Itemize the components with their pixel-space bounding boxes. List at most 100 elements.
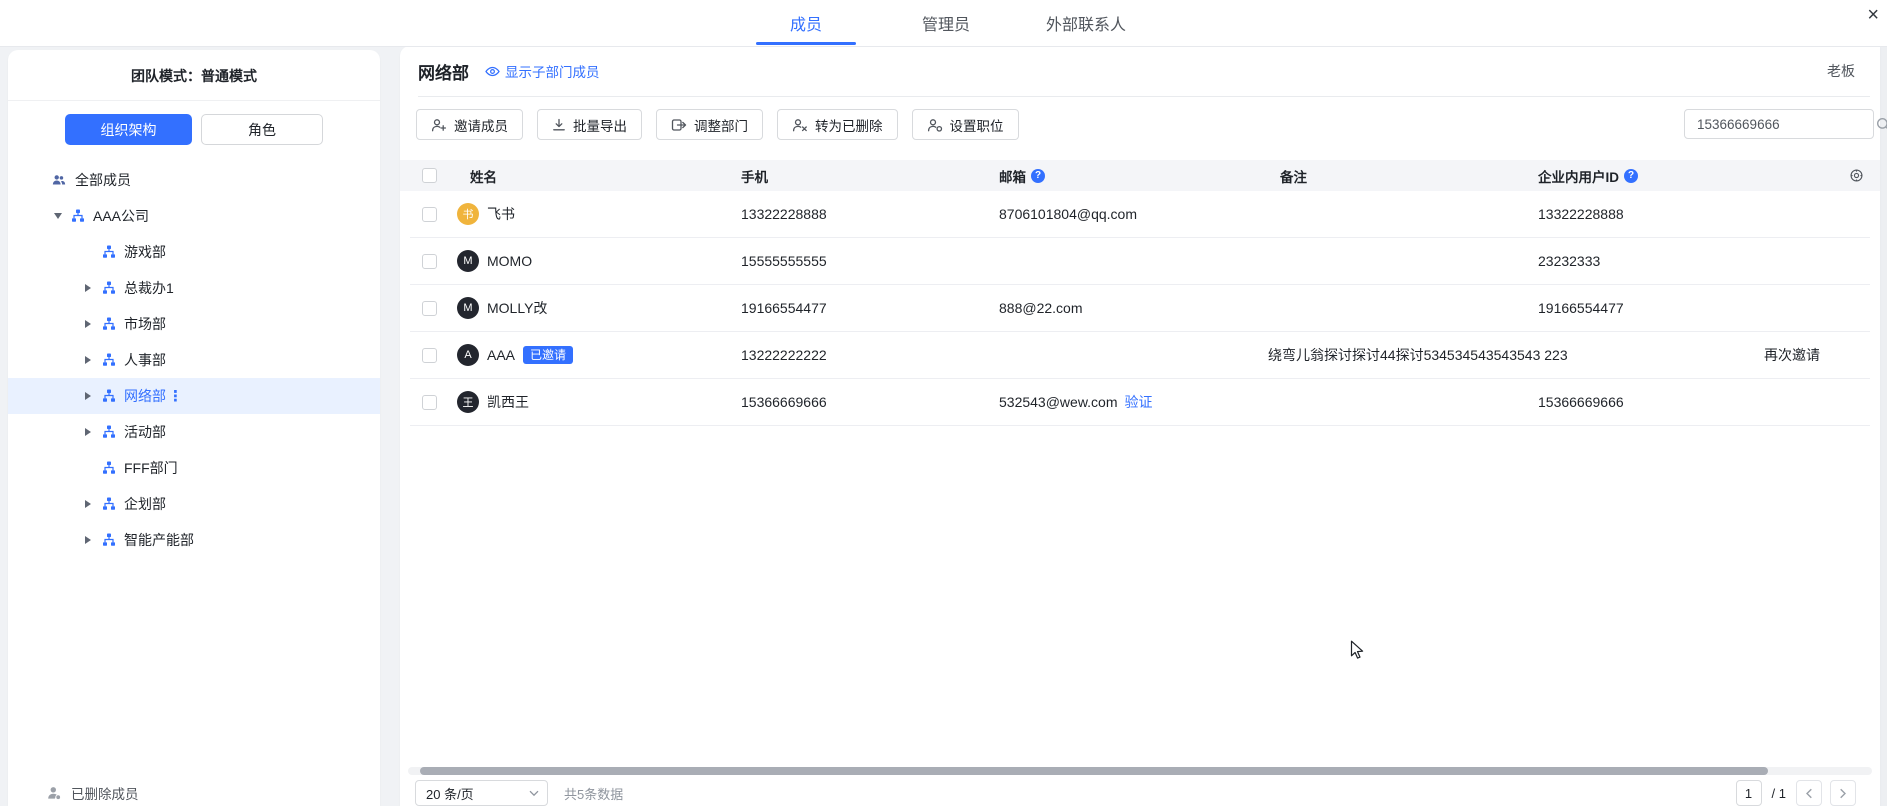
caret-right-icon[interactable] <box>85 284 94 292</box>
column-header-uid: 企业内用户ID ? <box>1538 160 1638 191</box>
email-cell: 888@22.com <box>999 285 1082 331</box>
panel-header: 网络部 显示子部门成员 老板 <box>418 46 1870 97</box>
tree-item-label: 智能产能部 <box>124 530 194 550</box>
column-header-phone: 手机 <box>741 160 768 191</box>
email-text: 532543@wew.com <box>999 394 1118 410</box>
row-checkbox[interactable] <box>422 348 437 363</box>
tree-item[interactable]: 活动部 <box>8 414 380 450</box>
phone-cell: 19166554477 <box>741 285 827 331</box>
sidebar-item-all-members[interactable]: 全部成员 <box>8 162 380 198</box>
phone-cell: 13322228888 <box>741 191 827 237</box>
uid-cell: 23232333 <box>1538 238 1600 284</box>
tree-item-label: 游戏部 <box>124 242 166 262</box>
invited-badge: 已邀请 <box>523 346 573 364</box>
caret-right-icon[interactable] <box>85 392 94 400</box>
tab-admins-label: 管理员 <box>922 11 970 35</box>
page-size-select[interactable]: 20 条/页 <box>415 780 548 806</box>
tree-item-label: 总裁办1 <box>124 278 174 298</box>
more-icon[interactable]: ⋮ <box>168 387 183 405</box>
tab-external-contacts[interactable]: 外部联系人 <box>1036 0 1136 45</box>
show-subdepartment-members-toggle[interactable]: 显示子部门成员 <box>485 61 600 81</box>
row-checkbox[interactable] <box>422 207 437 222</box>
tree-item[interactable]: 网络部⋮ <box>8 378 380 414</box>
tree-item[interactable]: 智能产能部 <box>8 522 380 558</box>
tree-item[interactable]: 总裁办1 <box>8 270 380 306</box>
roles-button[interactable]: 角色 <box>201 114 323 145</box>
avatar: M <box>457 250 479 272</box>
page-title: 网络部 <box>418 59 469 84</box>
verify-link[interactable]: 验证 <box>1125 392 1153 412</box>
move-to-deleted-button[interactable]: 转为已删除 <box>777 109 898 140</box>
name-cell: 书飞书 <box>457 191 515 237</box>
invite-member-button[interactable]: 邀请成员 <box>416 109 523 140</box>
tree-item[interactable]: 游戏部 <box>8 234 380 270</box>
move-to-deleted-label: 转为已删除 <box>815 115 883 135</box>
page-size-value: 20 条/页 <box>426 784 474 803</box>
batch-export-button[interactable]: 批量导出 <box>537 109 642 140</box>
row-checkbox[interactable] <box>422 301 437 316</box>
member-name: AAA <box>487 347 515 363</box>
row-checkbox[interactable] <box>422 395 437 410</box>
close-icon[interactable]: × <box>1867 2 1879 28</box>
tree-item[interactable]: AAA公司 <box>8 198 380 234</box>
org-chart-icon <box>102 353 116 367</box>
segmented-control: 组织架构 角色 <box>65 114 323 145</box>
tab-admins[interactable]: 管理员 <box>912 0 980 45</box>
member-table-body: 书飞书133222288888706101804@qq.com133222288… <box>400 191 1880 426</box>
email-header-label: 邮箱 <box>999 166 1026 186</box>
org-chart-icon <box>102 389 116 403</box>
row-checkbox[interactable] <box>422 254 437 269</box>
adjust-department-button[interactable]: 调整部门 <box>656 109 763 140</box>
org-chart-icon <box>102 281 116 295</box>
uid-cell: 15366669666 <box>1538 379 1624 425</box>
total-count-label: 共5条数据 <box>564 784 623 803</box>
row-checkbox-cell <box>422 191 437 237</box>
tree-item[interactable]: FFF部门 <box>8 450 380 486</box>
help-icon[interactable]: ? <box>1624 169 1638 183</box>
tree-item-label: 企划部 <box>124 494 166 514</box>
org-structure-button[interactable]: 组织架构 <box>65 114 192 145</box>
email-cell: 8706101804@qq.com <box>999 191 1137 237</box>
search-icon[interactable] <box>1876 117 1887 132</box>
help-icon[interactable]: ? <box>1031 169 1045 183</box>
boss-label[interactable]: 老板 <box>1827 61 1855 81</box>
box-arrow-icon <box>671 118 687 132</box>
toolbar: 邀请成员 批量导出 调整部门 转为已删除 设置职位 <box>416 109 1019 140</box>
page-number-box[interactable]: 1 <box>1736 780 1762 806</box>
tree-item[interactable]: 人事部 <box>8 342 380 378</box>
search-input[interactable] <box>1695 116 1876 133</box>
show-subdepartment-members-label: 显示子部门成员 <box>505 61 600 81</box>
set-position-button[interactable]: 设置职位 <box>912 109 1019 140</box>
tab-members[interactable]: 成员 <box>756 0 856 45</box>
column-header-remark: 备注 <box>1280 160 1307 191</box>
select-all-checkbox[interactable] <box>422 168 437 183</box>
caret-right-icon[interactable] <box>85 536 94 544</box>
column-settings-icon[interactable] <box>1849 168 1864 183</box>
page-scrollbar[interactable] <box>1880 46 1887 806</box>
caret-right-icon[interactable] <box>85 356 94 364</box>
caret-right-icon[interactable] <box>85 320 94 328</box>
caret-right-icon[interactable] <box>85 428 94 436</box>
org-chart-icon <box>102 497 116 511</box>
name-cell: AAAA已邀请 <box>457 332 573 378</box>
tree-item[interactable]: 企划部 <box>8 486 380 522</box>
people-group-icon <box>52 173 66 187</box>
uid-header-label: 企业内用户ID <box>1538 166 1619 186</box>
eye-icon <box>485 65 500 78</box>
department-tree: 全部成员 AAA公司游戏部总裁办1 市场部人事部网络部⋮活动部FFF部门企划部智能… <box>8 162 380 558</box>
sidebar-item-deleted-members[interactable]: 已删除成员 <box>47 783 139 803</box>
tree-item-label: 人事部 <box>124 350 166 370</box>
caret-right-icon[interactable] <box>85 500 94 508</box>
deleted-members-label: 已删除成员 <box>71 783 139 803</box>
horizontal-scrollbar-thumb[interactable] <box>420 767 1768 775</box>
uid-cell: 19166554477 <box>1538 285 1624 331</box>
caret-down-icon[interactable] <box>54 213 63 219</box>
re-invite-link[interactable]: 再次邀请 <box>1764 332 1820 378</box>
tree-item[interactable]: 市场部 <box>8 306 380 342</box>
column-header-name: 姓名 <box>470 160 497 191</box>
previous-page-button[interactable] <box>1796 780 1822 806</box>
all-members-label: 全部成员 <box>75 170 131 190</box>
next-page-button[interactable] <box>1830 780 1856 806</box>
page-of-label: / 1 <box>1772 786 1786 801</box>
column-header-email: 邮箱 ? <box>999 160 1045 191</box>
